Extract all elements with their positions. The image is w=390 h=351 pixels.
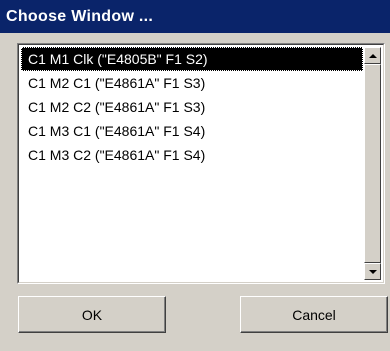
- vertical-scrollbar[interactable]: [364, 47, 381, 280]
- listbox-frame: C1 M1 Clk ("E4805B" F1 S2) C1 M2 C1 ("E4…: [18, 44, 384, 283]
- list-item[interactable]: C1 M3 C2 ("E4861A" F1 S4): [21, 143, 363, 167]
- scroll-up-button[interactable]: [364, 47, 381, 64]
- cancel-button[interactable]: Cancel: [240, 296, 388, 333]
- list-item[interactable]: C1 M1 Clk ("E4805B" F1 S2): [21, 47, 363, 71]
- list-item[interactable]: C1 M3 C1 ("E4861A" F1 S4): [21, 119, 363, 143]
- arrow-down-icon: [368, 269, 377, 274]
- choose-window-dialog: Choose Window ... C1 M1 Clk ("E4805B" F1…: [0, 0, 390, 351]
- window-listbox[interactable]: C1 M1 Clk ("E4805B" F1 S2) C1 M2 C1 ("E4…: [17, 43, 385, 284]
- ok-button[interactable]: OK: [18, 296, 166, 333]
- listbox-items: C1 M1 Clk ("E4805B" F1 S2) C1 M2 C1 ("E4…: [21, 47, 363, 280]
- title-bar[interactable]: Choose Window ...: [0, 0, 390, 33]
- arrow-up-icon: [368, 53, 377, 58]
- dialog-title: Choose Window ...: [6, 7, 154, 25]
- scrollbar-thumb[interactable]: [364, 64, 381, 263]
- scroll-down-button[interactable]: [364, 263, 381, 280]
- list-item[interactable]: C1 M2 C1 ("E4861A" F1 S3): [21, 71, 363, 95]
- list-item[interactable]: C1 M2 C2 ("E4861A" F1 S3): [21, 95, 363, 119]
